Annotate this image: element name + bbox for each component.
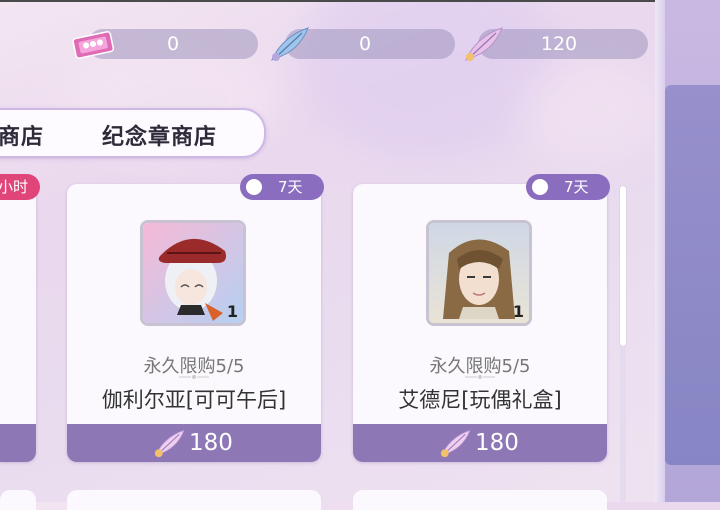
timer-badge: 小时 [0,174,40,200]
item-price: 180 [475,430,519,456]
clock-icon [246,179,262,195]
rainbow-feather-icon [154,429,185,458]
top-edge [0,0,655,2]
tab-medal-shop[interactable]: 纪念章商店 [102,119,217,151]
item-name: 艾德尼[玩偶礼盒] [398,388,562,412]
timer-badge: 7天 [526,174,610,200]
timer-label: 7天 [278,178,303,196]
timer-label: 7天 [564,178,589,196]
ticket-icon [72,31,115,59]
shop-card-partial[interactable] [0,184,36,462]
shop-item-card[interactable] [353,490,607,510]
price-bar[interactable]: 180 [353,424,607,462]
item-quantity: 1 [512,302,524,321]
background-blob [300,0,560,160]
clock-icon [532,179,548,195]
tab-shop[interactable]: 商店 [0,119,44,151]
scrollbar-thumb[interactable] [620,186,626,346]
divider-ornament [465,375,495,379]
divider-ornament [179,375,209,379]
item-name: 伽利尔亚[可可午后] [101,388,287,412]
item-price: 180 [189,430,233,456]
shop-item-card[interactable]: 1 永久限购5/5 伽利尔亚[可可午后] 180 [67,184,321,462]
rainbow-feather-icon [440,429,471,458]
rainbow-feather-icon [465,27,503,62]
background-blob [520,60,660,160]
price-bar [0,424,36,462]
price-bar[interactable]: 180 [67,424,321,462]
item-portrait: 1 [426,220,532,326]
blue-feather-icon [271,27,309,62]
item-portrait: 1 [140,220,246,326]
shop-item-card[interactable] [67,490,321,510]
shop-item-card[interactable]: 1 永久限购5/5 艾德尼[玩偶礼盒] 180 [353,184,607,462]
timer-badge: 7天 [240,174,324,200]
item-quantity: 1 [226,302,238,321]
side-panel-edge [655,0,665,502]
scrollbar[interactable] [620,186,626,502]
shop-item-card[interactable] [0,490,36,510]
side-panel-tab[interactable] [665,85,720,465]
side-panel [655,0,720,502]
